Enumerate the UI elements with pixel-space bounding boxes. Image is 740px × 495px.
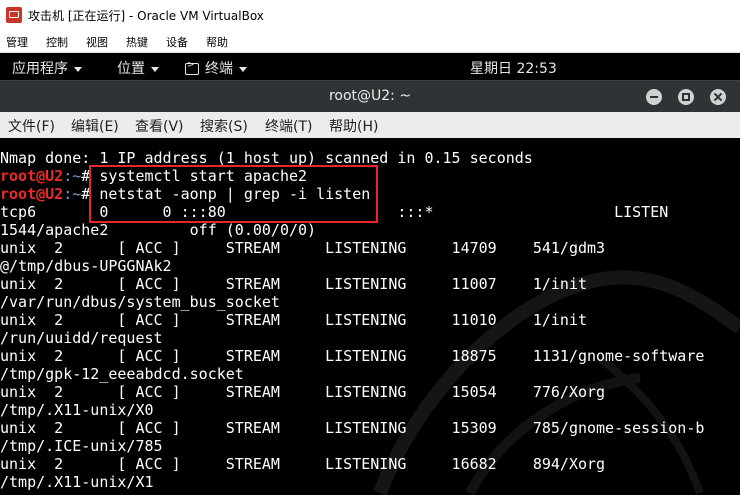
terminal-menubar: 文件(F) 编辑(E) 查看(V) 搜索(S) 终端(T) 帮助(H) [0, 112, 740, 139]
annotation-highlight-box [89, 165, 378, 223]
places-menu[interactable]: 位置 [117, 58, 159, 78]
output-line: unix 2 [ ACC ] STREAM LISTENING 16682 89… [0, 455, 606, 473]
clock[interactable]: 星期日 22:53 [470, 58, 557, 78]
menu-hotkey[interactable]: 热键 [126, 34, 148, 50]
chevron-down-icon [74, 66, 82, 72]
output-line: @/tmp/dbus-UPGGNAk2 [0, 257, 172, 275]
output-line: /tmp/.X11-unix/X0 [0, 401, 154, 419]
menu-devices[interactable]: 设备 [166, 34, 188, 50]
terminal-app-label: 终端 [205, 61, 233, 77]
output-line: unix 2 [ ACC ] STREAM LISTENING 15054 77… [0, 383, 606, 401]
applications-menu[interactable]: 应用程序 [12, 58, 82, 78]
output-line: unix 2 [ ACC ] STREAM LISTENING 11010 1/… [0, 311, 587, 329]
menu-file[interactable]: 文件(F) [8, 116, 55, 136]
virtualbox-menubar: 管理 控制 视图 热键 设备 帮助 [0, 30, 740, 53]
prompt-user: root@U2 [0, 185, 64, 203]
output-line: /tmp/gpk-12_eeeabdcd.socket [0, 365, 244, 383]
window-title: 攻击机 [正在运行] - Oracle VM VirtualBox [28, 9, 264, 23]
output-line: unix 2 [ ACC ] STREAM LISTENING 15309 78… [0, 419, 705, 437]
menu-help[interactable]: 帮助(H) [329, 116, 378, 136]
menu-terminal[interactable]: 终端(T) [265, 116, 312, 136]
terminal-output-area[interactable]: Nmap done: 1 IP address (1 host up) scan… [0, 138, 740, 495]
menu-help[interactable]: 帮助 [206, 34, 228, 50]
virtualbox-app-icon [6, 7, 22, 23]
gnome-top-bar: 应用程序 位置 终端 星期日 22:53 [0, 53, 740, 80]
output-line: /var/run/dbus/system_bus_socket [0, 293, 280, 311]
close-icon[interactable] [710, 89, 726, 105]
terminal-title: root@U2: ~ [328, 88, 412, 104]
menu-manage[interactable]: 管理 [6, 34, 28, 50]
output-line: unix 2 [ ACC ] STREAM LISTENING 14709 54… [0, 239, 606, 257]
output-line: /tmp/.ICE-unix/785 [0, 437, 163, 455]
menu-view[interactable]: 视图 [86, 34, 108, 50]
virtualbox-titlebar: 攻击机 [正在运行] - Oracle VM VirtualBox [0, 0, 740, 30]
prompt-path: :~ [63, 167, 82, 185]
places-label: 位置 [117, 61, 145, 77]
output-line: /run/uuidd/request [0, 329, 163, 347]
prompt-user: root@U2 [0, 167, 64, 185]
chevron-down-icon [151, 66, 159, 72]
prompt-path: :~ [63, 185, 82, 203]
output-line: /tmp/.X11-unix/X1 [0, 473, 154, 491]
terminal-icon [185, 60, 199, 75]
output-line: unix 2 [ ACC ] STREAM LISTENING 18875 11… [0, 347, 705, 365]
chevron-down-icon [239, 66, 247, 72]
terminal-app-menu[interactable]: 终端 [185, 58, 247, 78]
output-line: unix 2 [ ACC ] STREAM LISTENING 11007 1/… [0, 275, 587, 293]
minimize-icon[interactable] [646, 89, 662, 105]
terminal-titlebar[interactable]: root@U2: ~ [0, 80, 740, 113]
maximize-icon[interactable] [678, 89, 694, 105]
output-line: 1544/apache2 off (0.00/0/0) [0, 221, 317, 239]
menu-control[interactable]: 控制 [46, 34, 68, 50]
menu-search[interactable]: 搜索(S) [200, 116, 248, 136]
menu-view[interactable]: 查看(V) [135, 116, 184, 136]
applications-label: 应用程序 [12, 61, 68, 77]
menu-edit[interactable]: 编辑(E) [71, 116, 119, 136]
